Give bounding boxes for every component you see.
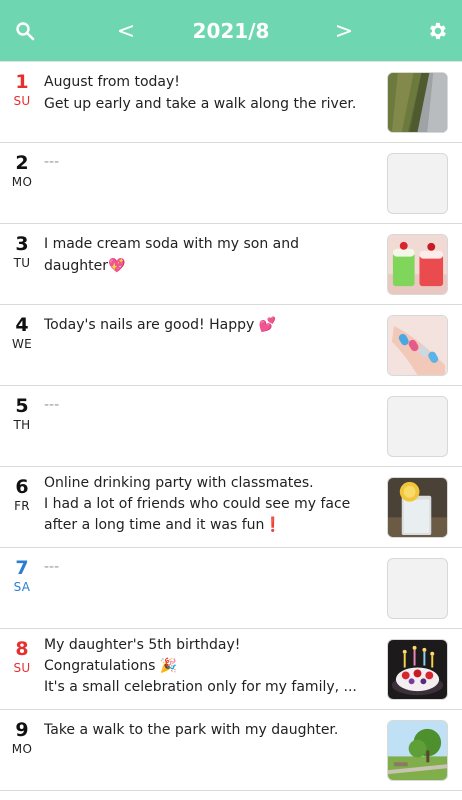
day-number: 3 bbox=[15, 233, 29, 255]
entry-photo-thumbnail[interactable] bbox=[387, 477, 448, 538]
search-button[interactable] bbox=[8, 0, 42, 62]
entry-line: My daughter's 5th birthday! bbox=[44, 637, 241, 653]
settings-button[interactable] bbox=[420, 0, 454, 62]
day-of-week: MO bbox=[11, 175, 33, 189]
day-number: 4 bbox=[15, 314, 29, 336]
day-of-week: SU bbox=[13, 94, 31, 108]
entry-photo-thumbnail[interactable] bbox=[387, 720, 448, 781]
entry-line: Online drinking party with classmates. bbox=[44, 475, 314, 491]
day-of-week: TU bbox=[13, 256, 31, 270]
month-title: 2021/8 bbox=[192, 19, 270, 43]
day-of-week: SA bbox=[13, 580, 31, 594]
gear-icon bbox=[430, 22, 446, 40]
day-number: 7 bbox=[15, 557, 29, 579]
empty-photo-placeholder[interactable] bbox=[387, 396, 448, 457]
birthday-cake-photo bbox=[388, 640, 447, 699]
diary-entry-8[interactable]: 8 SU My daughter's 5th birthday! Congrat… bbox=[0, 629, 462, 710]
diary-entry-5[interactable]: 5 TH --- bbox=[0, 386, 462, 467]
entry-date: 6 FR bbox=[0, 467, 44, 514]
next-month-button[interactable]: > bbox=[326, 0, 362, 62]
entry-line: Take a walk to the park with my daughter… bbox=[44, 722, 339, 738]
day-of-week: SU bbox=[13, 661, 31, 675]
diary-entry-3[interactable]: 3 TU I made cream soda with my son and d… bbox=[0, 224, 462, 305]
entry-line: It's a small celebration only for my fam… bbox=[44, 679, 357, 695]
nails-photo bbox=[388, 316, 447, 375]
empty-photo-placeholder[interactable] bbox=[387, 558, 448, 619]
entry-date: 3 TU bbox=[0, 224, 44, 271]
entry-line: --- bbox=[44, 397, 60, 413]
entry-date: 2 MO bbox=[0, 143, 44, 190]
day-number: 2 bbox=[15, 152, 29, 174]
diary-list: 1 SU August from today! Get up early and… bbox=[0, 62, 462, 791]
prev-month-button[interactable]: < bbox=[108, 0, 144, 62]
entry-date: 1 SU bbox=[0, 62, 44, 109]
diary-entry-7[interactable]: 7 SA --- bbox=[0, 548, 462, 629]
day-number: 8 bbox=[15, 638, 29, 660]
search-icon bbox=[16, 22, 35, 41]
entry-line: --- bbox=[44, 559, 60, 575]
entry-photo-thumbnail[interactable] bbox=[387, 639, 448, 700]
day-number: 5 bbox=[15, 395, 29, 417]
entry-line: --- bbox=[44, 154, 60, 170]
entry-line: Today's nails are good! Happy 💕 bbox=[44, 317, 277, 333]
day-of-week: FR bbox=[14, 499, 30, 513]
diary-entry-1[interactable]: 1 SU August from today! Get up early and… bbox=[0, 62, 462, 143]
cream-soda-photo bbox=[388, 235, 447, 294]
day-of-week: MO bbox=[11, 742, 33, 756]
entry-date: 4 WE bbox=[0, 305, 44, 352]
day-of-week: TH bbox=[13, 418, 31, 432]
entry-date: 7 SA bbox=[0, 548, 44, 595]
entry-line: Congratulations 🎉 bbox=[44, 658, 178, 674]
entry-date: 8 SU bbox=[0, 629, 44, 676]
entry-line: daughter💖 bbox=[44, 258, 126, 274]
day-number: 9 bbox=[15, 719, 29, 741]
entry-photo-thumbnail[interactable] bbox=[387, 315, 448, 376]
entry-date: 5 TH bbox=[0, 386, 44, 433]
drink-photo bbox=[388, 478, 447, 537]
entry-line: Get up early and take a walk along the r… bbox=[44, 96, 357, 112]
entry-date: 9 MO bbox=[0, 710, 44, 757]
entry-line: I had a lot of friends who could see my … bbox=[44, 496, 351, 512]
entry-photo-thumbnail[interactable] bbox=[387, 234, 448, 295]
top-bar: < 2021/8 > bbox=[0, 0, 462, 62]
empty-photo-placeholder[interactable] bbox=[387, 153, 448, 214]
day-number: 6 bbox=[15, 476, 29, 498]
diary-entry-6[interactable]: 6 FR Online drinking party with classmat… bbox=[0, 467, 462, 548]
day-of-week: WE bbox=[11, 337, 33, 351]
river-photo bbox=[388, 73, 447, 132]
park-photo bbox=[388, 721, 447, 780]
diary-entry-9[interactable]: 9 MO Take a walk to the park with my dau… bbox=[0, 710, 462, 791]
entry-line: after a long time and it was fun❗ bbox=[44, 517, 282, 533]
diary-entry-4[interactable]: 4 WE Today's nails are good! Happy 💕 bbox=[0, 305, 462, 386]
entry-line: I made cream soda with my son and bbox=[44, 236, 299, 252]
day-number: 1 bbox=[15, 71, 29, 93]
entry-photo-thumbnail[interactable] bbox=[387, 72, 448, 133]
diary-entry-2[interactable]: 2 MO --- bbox=[0, 143, 462, 224]
entry-line: August from today! bbox=[44, 74, 180, 90]
